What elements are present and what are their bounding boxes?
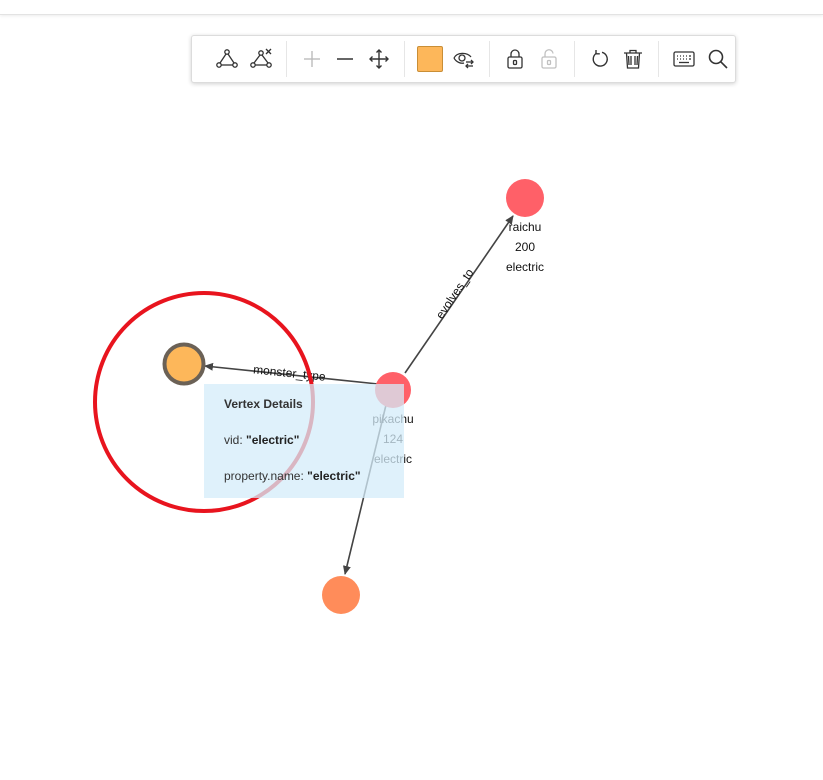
tooltip-property-value: "electric" bbox=[307, 469, 361, 483]
tooltip-vid-row: vid: "electric" bbox=[224, 433, 404, 447]
node-raichu[interactable] bbox=[506, 179, 544, 217]
node-raichu-type: electric bbox=[506, 260, 544, 274]
tooltip-property-label: property.name: bbox=[224, 469, 308, 483]
tooltip-property-row: property.name: "electric" bbox=[224, 469, 404, 483]
edge-label-evolves-to: evolves_to bbox=[433, 266, 477, 322]
graph-canvas[interactable]: evolves_to monster_type raichu 200 elect… bbox=[0, 0, 823, 780]
node-raichu-value: 200 bbox=[515, 240, 535, 254]
tooltip-vid-value: "electric" bbox=[246, 433, 300, 447]
node-raichu-name: raichu bbox=[509, 220, 542, 234]
tooltip-vid-label: vid: bbox=[224, 433, 247, 447]
edge-label-monster-type: monster_type bbox=[253, 362, 327, 384]
node-electric[interactable] bbox=[162, 342, 206, 386]
vertex-details-tooltip: Vertex Details vid: "electric" property.… bbox=[204, 384, 404, 498]
node-bottom[interactable] bbox=[322, 576, 360, 614]
tooltip-title: Vertex Details bbox=[224, 397, 303, 411]
